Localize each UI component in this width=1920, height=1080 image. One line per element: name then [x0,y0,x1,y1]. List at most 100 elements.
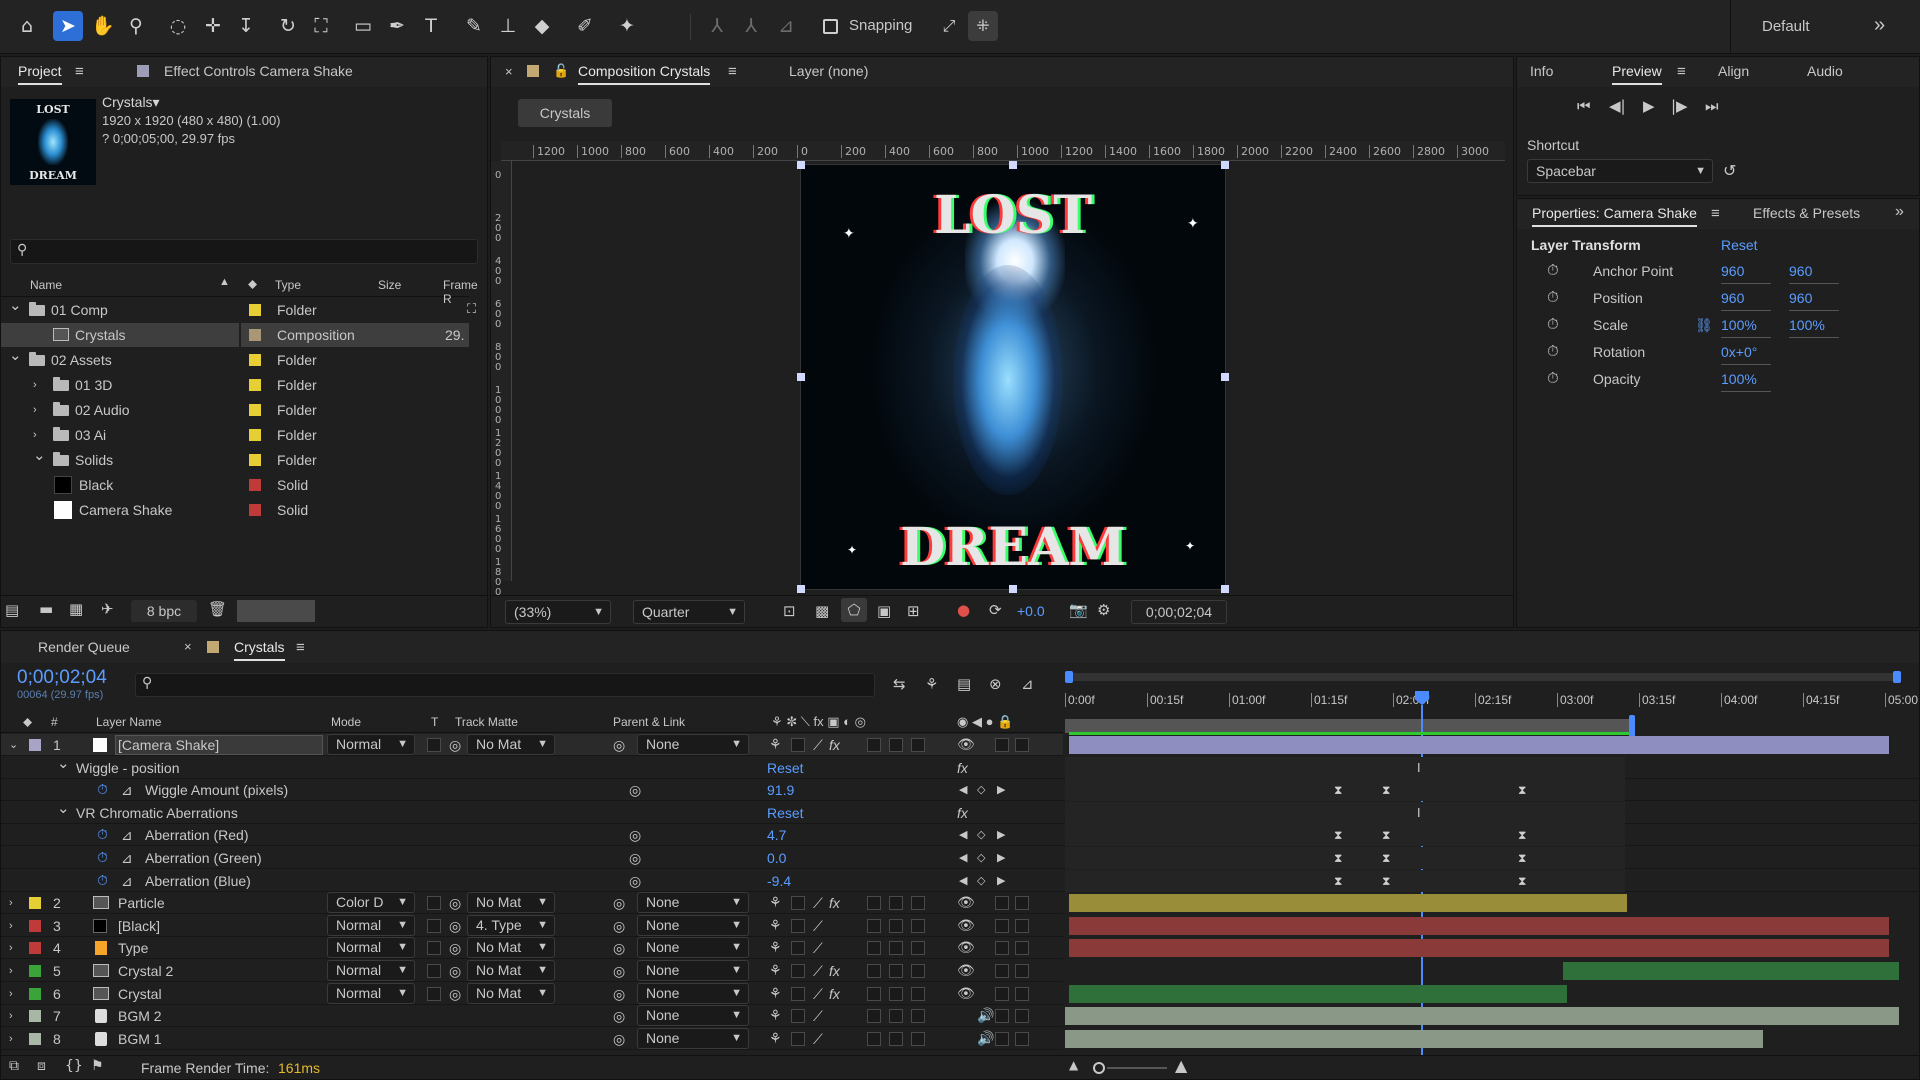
transform-handle[interactable] [1221,161,1229,169]
audio-speaker-icon[interactable]: 🔊 [977,1028,994,1050]
layer-switches-toggle-icon[interactable]: ⧉ [9,1058,19,1074]
label-color-swatch[interactable] [29,919,41,932]
preserve-transparency-checkbox[interactable] [427,738,441,752]
blending-mode-dropdown[interactable]: Normal ▼ [327,734,415,755]
region-of-interest-icon[interactable]: ▣ [877,602,891,620]
label-color-swatch[interactable] [249,354,261,366]
comp-name-dropdown[interactable]: Crystals▾ [102,94,160,111]
in-out-toggle-icon[interactable]: {} [65,1058,83,1074]
shy-switch-icon[interactable]: ⚘ [769,734,782,756]
motion-blur-switch[interactable] [867,896,881,911]
col-size[interactable]: Size [378,278,401,292]
pan-camera-icon[interactable]: ✛ [198,11,228,41]
keyframe-icon[interactable]: ⧗ [1334,870,1342,892]
effect-group-row[interactable]: ⌄ VR Chromatic Aberrations Reset fx I [1,800,1920,824]
track-matte-dropdown[interactable]: No Mat ▼ [467,982,555,1004]
zoom-out-icon[interactable]: ▲ [1069,1058,1078,1072]
effect-property-row[interactable]: ⏱ ⊿ Aberration (Green) ◎ 0.0 ◀ ◇ ▶ ⧗ ⧗ ⧗ [1,847,1920,869]
3d-layer-switch[interactable] [911,964,925,978]
track-matte-dropdown[interactable]: No Mat ▼ [467,937,555,959]
property-value-1[interactable]: 960 [1721,286,1771,311]
adjustment-layer-switch[interactable] [889,918,903,933]
next-keyframe-icon[interactable]: ▶ [997,870,1005,892]
brush-tool-icon[interactable]: ✎ [459,11,489,41]
parent-pickwhip-icon[interactable]: ◎ [613,960,625,982]
expand-toggle-icon[interactable]: › [9,1028,13,1050]
solo-switch[interactable] [995,1009,1009,1024]
lock-switch[interactable] [1015,964,1029,978]
property-value-1[interactable]: 0x+0° [1721,340,1771,365]
transform-handle[interactable] [1221,585,1229,593]
effect-group-row[interactable]: ⌄ Wiggle - position Reset fx I [1,755,1920,779]
transform-handle[interactable] [797,373,805,381]
motion-blur-switch[interactable] [867,1009,881,1024]
track-matte-pickwhip-icon[interactable]: ◎ [449,892,461,914]
parent-pickwhip-icon[interactable]: ◎ [613,983,625,1005]
property-value-1[interactable]: 100% [1721,313,1771,338]
quality-switch-icon[interactable]: ⟋ [813,915,823,937]
project-search-input[interactable]: ⚲ [10,239,478,264]
parent-dropdown[interactable]: None ▼ [637,892,749,914]
interpret-footage-icon[interactable]: ▤ [5,601,19,619]
sort-ascending-icon[interactable]: ▲ [219,276,230,288]
stopwatch-icon[interactable]: ⏱ [1547,259,1559,283]
trash-icon[interactable]: 🗑 [208,600,227,618]
exposure-value[interactable]: +0.0 [1017,603,1045,619]
stopwatch-icon[interactable]: ⏱ [97,779,108,801]
workspace-default[interactable]: Default [1762,18,1810,35]
layer-name[interactable]: Crystal [118,983,162,1005]
keyframe-icon[interactable]: ⧗ [1518,847,1526,869]
comp-breadcrumb[interactable]: Crystals [518,99,612,127]
tab-project[interactable]: Project [18,63,62,85]
solo-switch[interactable] [995,941,1009,956]
layer-row[interactable]: › 2 Particle Color D ▼ ◎ No Mat ▼ ◎ None ▼ ⚘ ⟋ fx 👁 [1,892,1627,915]
new-comp-icon[interactable]: ▦ [69,600,83,618]
expand-toggle-icon[interactable]: ⌄ [57,798,70,820]
quality-switch-icon[interactable]: ⟋ [813,1028,823,1050]
keyframe-icon[interactable]: ⧗ [1518,779,1526,801]
hide-shy-layers-icon[interactable]: ▤ [957,675,971,693]
label-color-swatch[interactable] [29,987,41,1000]
tab-composition[interactable]: Composition Crystals [578,63,711,85]
expand-toggle-icon[interactable]: › [9,892,13,914]
preserve-transparency-checkbox[interactable] [427,941,441,956]
collapse-switch[interactable] [791,1009,805,1024]
label-color-swatch[interactable] [29,942,41,955]
expand-toggle-icon[interactable]: › [33,373,37,397]
shy-switch-icon[interactable]: ⚘ [769,1028,782,1050]
layer-name[interactable]: [Camera Shake] [118,734,219,756]
transform-reset-link[interactable]: Reset [1721,237,1758,253]
effect-fx-icon[interactable]: fx [957,802,968,824]
collapse-switch[interactable] [791,986,805,1001]
blending-mode-dropdown[interactable]: Normal ▼ [327,914,415,936]
effect-name[interactable]: Wiggle - position [76,757,180,779]
effect-reset-link[interactable]: Reset [767,802,804,824]
track-matte-dropdown[interactable]: 4. Type ▼ [467,914,555,936]
project-item[interactable]: ⌄ 01 Comp Folder [1,297,469,322]
audio-speaker-icon[interactable]: 🔊 [977,1005,994,1027]
expression-pickwhip-icon[interactable]: ◎ [629,824,641,846]
layer-name[interactable]: BGM 2 [118,1005,162,1027]
add-keyframe-icon[interactable]: ◇ [977,870,985,892]
eye-icon[interactable]: 👁 [957,937,975,959]
shy-switch-icon[interactable]: ⚘ [769,983,782,1005]
motion-blur-switch[interactable] [867,941,881,956]
parent-dropdown[interactable]: None ▼ [637,937,749,959]
tab-preview[interactable]: Preview [1612,63,1662,85]
rectangle-tool-icon[interactable]: ▭ [348,11,378,41]
label-color-swatch[interactable] [249,504,261,516]
previous-keyframe-icon[interactable]: ◀ [959,847,967,869]
layer-duration-bar[interactable] [1069,939,1889,958]
next-keyframe-icon[interactable]: ▶ [997,847,1005,869]
expand-toggle-icon[interactable]: ⌄ [9,734,18,756]
track-matte-dropdown[interactable]: No Mat ▼ [467,734,555,755]
expand-toggle-icon[interactable]: › [9,1005,13,1027]
layer-name[interactable]: [Black] [118,915,160,937]
comp-viewer-canvas[interactable]: LOST DREAM ✦ ✦ ✦ ✦ [801,165,1225,589]
render-time-toggle-icon[interactable]: ⚑ [91,1058,104,1074]
effects-switch-icon[interactable]: fx [829,983,840,1005]
effects-switch-icon[interactable]: fx [829,734,840,756]
label-color-swatch[interactable] [249,304,261,316]
label-color-swatch[interactable] [29,739,41,751]
time-ruler[interactable]: 0:00f 00:15f 01:00f 01:15f 02:00f 02:15f 03:00… [1065,671,1918,737]
